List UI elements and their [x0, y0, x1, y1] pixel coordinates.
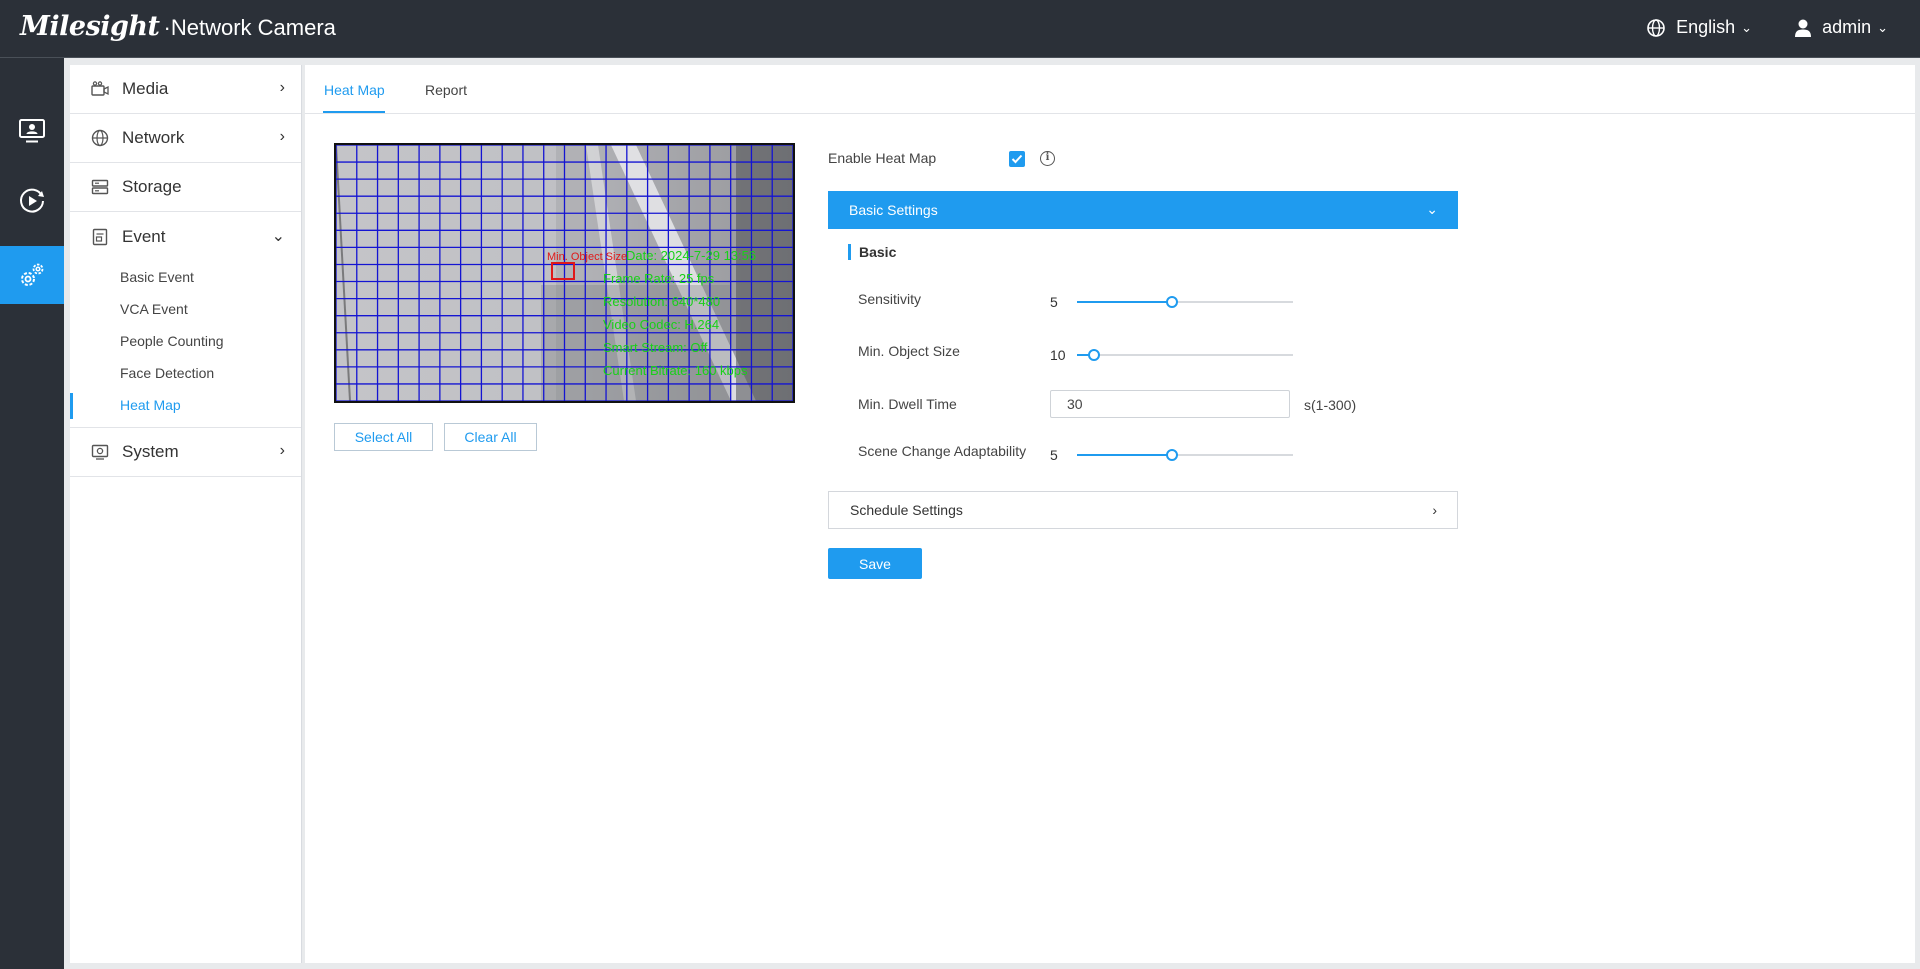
menu-item-event[interactable]: Event ⌄ — [70, 212, 301, 261]
event-submenu: Basic Event VCA Event People Counting Fa… — [70, 261, 301, 428]
playback-icon — [20, 188, 44, 213]
sensitivity-label: Sensitivity — [858, 291, 922, 307]
clear-all-button[interactable]: Clear All — [444, 423, 537, 451]
chevron-right-icon: › — [279, 128, 285, 145]
save-button[interactable]: Save — [828, 548, 922, 579]
tab-report[interactable]: Report — [425, 82, 467, 98]
basic-section-title: Basic — [848, 244, 896, 260]
osd-text-line: Smart Stream: Off — [603, 340, 708, 355]
brand-logo: Milesight — [20, 11, 160, 42]
basic-settings-title: Basic Settings — [849, 202, 938, 218]
menu-item-media[interactable]: Media › — [70, 65, 301, 114]
enable-heat-map-checkbox[interactable] — [1009, 151, 1025, 167]
min-object-size-setting-label: Min. Object Size — [858, 343, 960, 359]
storage-icon — [90, 177, 110, 197]
side-menu: Media › Network › Storage Event ⌄ Basic … — [70, 65, 302, 963]
main-panel: Heat Map Report Min. Object Size Date: 2… — [305, 65, 1915, 963]
scene-change-label: Scene Change Adaptability — [858, 443, 1027, 459]
tab-bar: Heat Map Report — [305, 65, 1915, 114]
video-preview[interactable]: Min. Object Size Date: 2024-7-29 13:56 Fr… — [334, 143, 795, 403]
menu-label: Media — [122, 79, 169, 98]
rail-live-view[interactable] — [0, 102, 64, 160]
select-all-button[interactable]: Select All — [334, 423, 433, 451]
scene-change-value: 5 — [1050, 447, 1058, 463]
submenu-item-heat-map[interactable]: Heat Map — [70, 389, 301, 421]
menu-label: System — [122, 442, 179, 461]
heatmap-grid-canvas[interactable]: Min. Object Size Date: 2024-7-29 13:56 Fr… — [336, 145, 793, 401]
live-view-icon — [19, 119, 45, 143]
slider-fill — [1077, 454, 1172, 456]
globe-icon — [90, 128, 110, 148]
osd-text-line: Current Bitrate: 160 kbps — [603, 363, 748, 378]
user-icon — [1795, 19, 1812, 37]
submenu-item-vca-event[interactable]: VCA Event — [70, 293, 301, 325]
settings-icon — [21, 263, 44, 286]
language-label: English — [1676, 17, 1736, 37]
min-object-size-value: 10 — [1050, 347, 1066, 363]
user-menu[interactable]: admin ⌄ — [1794, 17, 1888, 38]
system-icon — [90, 442, 110, 462]
slider-handle[interactable] — [1088, 349, 1100, 361]
min-dwell-time-range: s(1-300) — [1304, 397, 1357, 413]
camera-icon — [90, 79, 110, 99]
info-icon[interactable]: i — [1040, 151, 1055, 166]
schedule-settings-title: Schedule Settings — [850, 502, 963, 518]
chevron-right-icon: › — [279, 442, 285, 459]
brand-product-name: ·Network Camera — [163, 15, 336, 40]
sensitivity-slider[interactable] — [1077, 296, 1293, 308]
chevron-down-icon: ⌄ — [1426, 201, 1438, 217]
top-right-controls: English ⌄ admin ⌄ — [1604, 17, 1888, 38]
chevron-down-icon: ⌄ — [271, 228, 285, 245]
min-dwell-time-input[interactable] — [1050, 390, 1290, 418]
submenu-item-people-counting[interactable]: People Counting — [70, 325, 301, 357]
rail-settings[interactable] — [0, 246, 64, 304]
osd-text-line: Date: 2024-7-29 13:56 — [626, 248, 756, 263]
menu-label: Storage — [122, 177, 182, 196]
slider-handle[interactable] — [1166, 449, 1178, 461]
osd-text-line: Resolution: 640*480 — [603, 294, 720, 309]
chevron-right-icon: › — [279, 79, 285, 96]
language-selector[interactable]: English ⌄ — [1646, 17, 1752, 38]
top-bar: Milesight ·Network Camera English ⌄ admi… — [0, 0, 1920, 58]
sensitivity-value: 5 — [1050, 294, 1058, 310]
slider-track — [1077, 354, 1293, 356]
menu-label: Event — [122, 226, 166, 246]
menu-item-system[interactable]: System › — [70, 428, 301, 477]
slider-fill — [1077, 301, 1172, 303]
slider-handle[interactable] — [1166, 296, 1178, 308]
schedule-settings-header[interactable]: Schedule Settings › — [828, 491, 1458, 529]
menu-label: Network — [122, 128, 185, 147]
osd-text-line: Frame Rate: 25 fps — [603, 271, 715, 286]
osd-text-line: Video Codec: H.264 — [603, 317, 719, 332]
tab-heat-map[interactable]: Heat Map — [324, 82, 385, 98]
chevron-right-icon: › — [1432, 502, 1437, 518]
basic-settings-header[interactable]: Basic Settings ⌄ — [828, 191, 1458, 229]
min-object-size-label: Min. Object Size — [547, 251, 627, 263]
active-tab-indicator — [323, 111, 385, 113]
user-label: admin — [1822, 17, 1872, 37]
chevron-down-icon: ⌄ — [1741, 19, 1753, 35]
enable-heat-map-label: Enable Heat Map — [828, 150, 937, 166]
icon-rail — [0, 58, 64, 969]
event-icon — [90, 227, 110, 247]
menu-item-network[interactable]: Network › — [70, 114, 301, 163]
brand: Milesight ·Network Camera — [20, 11, 336, 42]
chevron-down-icon: ⌄ — [1877, 19, 1888, 35]
globe-icon — [1647, 18, 1665, 37]
min-dwell-time-label: Min. Dwell Time — [858, 396, 957, 412]
submenu-item-basic-event[interactable]: Basic Event — [70, 261, 301, 293]
checkmark-icon — [1011, 154, 1023, 164]
scene-change-slider[interactable] — [1077, 449, 1293, 461]
min-object-size-slider[interactable] — [1077, 349, 1293, 361]
rail-playback[interactable] — [0, 172, 64, 230]
submenu-item-face-detection[interactable]: Face Detection — [70, 357, 301, 389]
menu-item-storage[interactable]: Storage — [70, 163, 301, 212]
